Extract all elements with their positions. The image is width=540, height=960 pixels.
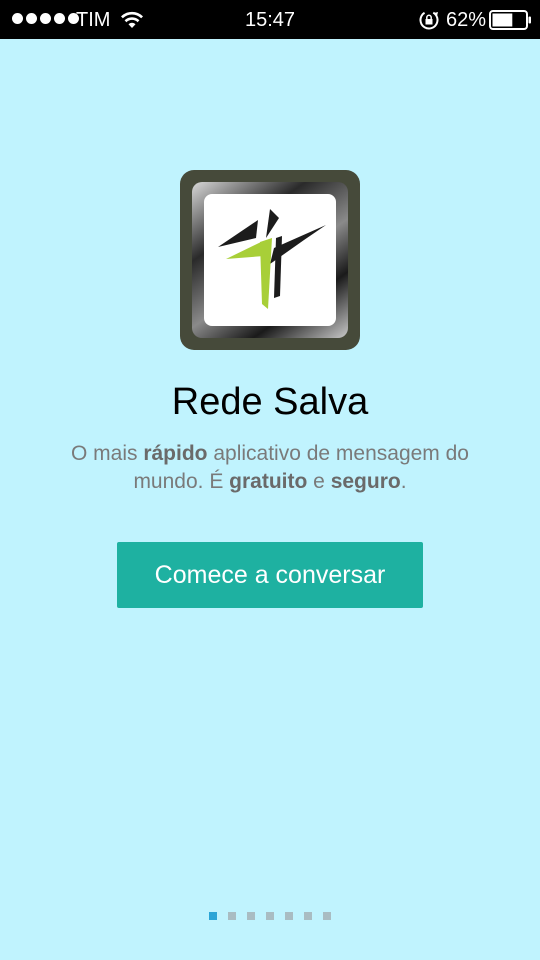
rotation-lock-icon xyxy=(419,10,439,30)
page-indicator xyxy=(0,912,540,920)
app-logo xyxy=(180,170,360,350)
page-dot[interactable] xyxy=(323,912,331,920)
page-dot[interactable] xyxy=(285,912,293,920)
page-dot[interactable] xyxy=(304,912,312,920)
page-dot[interactable] xyxy=(247,912,255,920)
page-dot[interactable] xyxy=(228,912,236,920)
battery-percent: 62% xyxy=(446,9,487,31)
status-bar: TIM 15:47 62% xyxy=(0,0,540,39)
battery-icon xyxy=(489,10,531,30)
start-chatting-button[interactable]: Comece a conversar xyxy=(117,542,423,608)
rede-salva-cross-logo-icon xyxy=(218,209,326,309)
app-tagline: O mais rápido aplicativo de mensagem do … xyxy=(70,442,469,493)
app-title: Rede Salva xyxy=(171,381,369,423)
page-dot-active[interactable] xyxy=(209,912,217,920)
welcome-screen: TIM 15:47 62% Rede Salva O mais rápido a… xyxy=(0,0,540,960)
page-dot[interactable] xyxy=(266,912,274,920)
